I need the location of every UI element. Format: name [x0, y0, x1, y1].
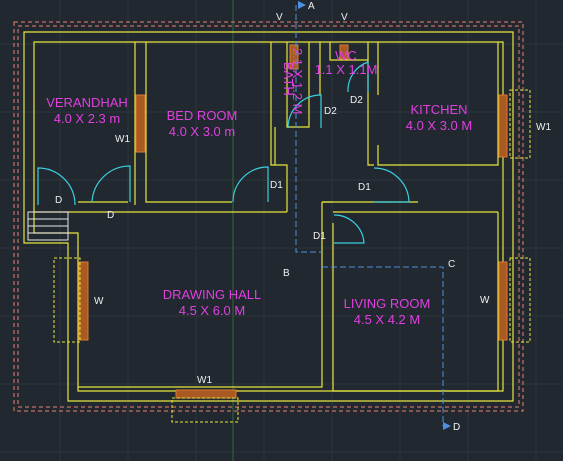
kitchen-name: KITCHEN: [410, 102, 467, 117]
verandah-size: 4.0 X 2.3 m: [54, 111, 120, 126]
bath-size: 2.1 X 1.2 M: [290, 48, 305, 114]
tag-v-bath: V: [276, 12, 283, 23]
tag-w1-kitchen: W1: [536, 122, 551, 133]
exterior-walls: [23, 31, 514, 402]
verandah-name: VERANDHAH: [46, 95, 128, 110]
drawing-hall-size: 4.5 X 6.0 M: [179, 303, 245, 318]
wc-name: WC: [335, 48, 357, 63]
section-c-label: C: [448, 259, 455, 270]
tag-d-hall: D: [107, 210, 114, 221]
tag-d-verandah: D: [55, 195, 62, 206]
tag-d2-wc: D2: [350, 95, 363, 106]
bedroom-size: 4.0 X 3.0 m: [169, 124, 235, 139]
room-labels: VERANDHAH 4.0 X 2.3 m BED ROOM 4.0 X 3.0…: [46, 48, 472, 327]
tag-d1-living: D1: [313, 231, 326, 242]
bedroom-name: BED ROOM: [167, 108, 238, 123]
tag-w1-bedroom: W1: [115, 134, 130, 145]
doors: [37, 61, 410, 244]
outer-boundary: [13, 21, 524, 412]
living-room-name: LIVING ROOM: [344, 296, 431, 311]
tag-w-living: W: [480, 295, 490, 306]
door-hall-swing: [91, 165, 131, 203]
wc-size-line: 1.1 X 1.1M: [315, 62, 378, 77]
kitchen-size: 4.0 X 3.0 M: [406, 118, 472, 133]
door-living-swing: [333, 214, 365, 244]
section-d-arrow: [443, 422, 451, 430]
tag-d1-bedroom: D1: [270, 180, 283, 191]
door-bedroom-swing: [232, 166, 269, 203]
tag-v-wc: V: [341, 12, 348, 23]
section-a-arrow: [298, 1, 306, 9]
section-d-label: D: [453, 422, 460, 433]
door-kitchen-swing: [373, 167, 410, 203]
floor-plan-canvas: A B C D VERANDHAH 4.0 X 2.3 m BED ROOM 4…: [0, 0, 563, 461]
section-b-label: B: [283, 268, 290, 279]
section-a-label: A: [308, 1, 315, 12]
floor-plan-drawing: A B C D VERANDHAH 4.0 X 2.3 m BED ROOM 4…: [0, 0, 563, 461]
tag-w1-hall: W1: [197, 375, 212, 386]
tag-w-hall: W: [94, 296, 104, 307]
tag-d2-bath: D2: [324, 106, 337, 117]
tag-d1-kitchen: D1: [358, 182, 371, 193]
drawing-hall-name: DRAWING HALL: [163, 287, 261, 302]
living-room-size: 4.5 X 4.2 M: [354, 312, 420, 327]
